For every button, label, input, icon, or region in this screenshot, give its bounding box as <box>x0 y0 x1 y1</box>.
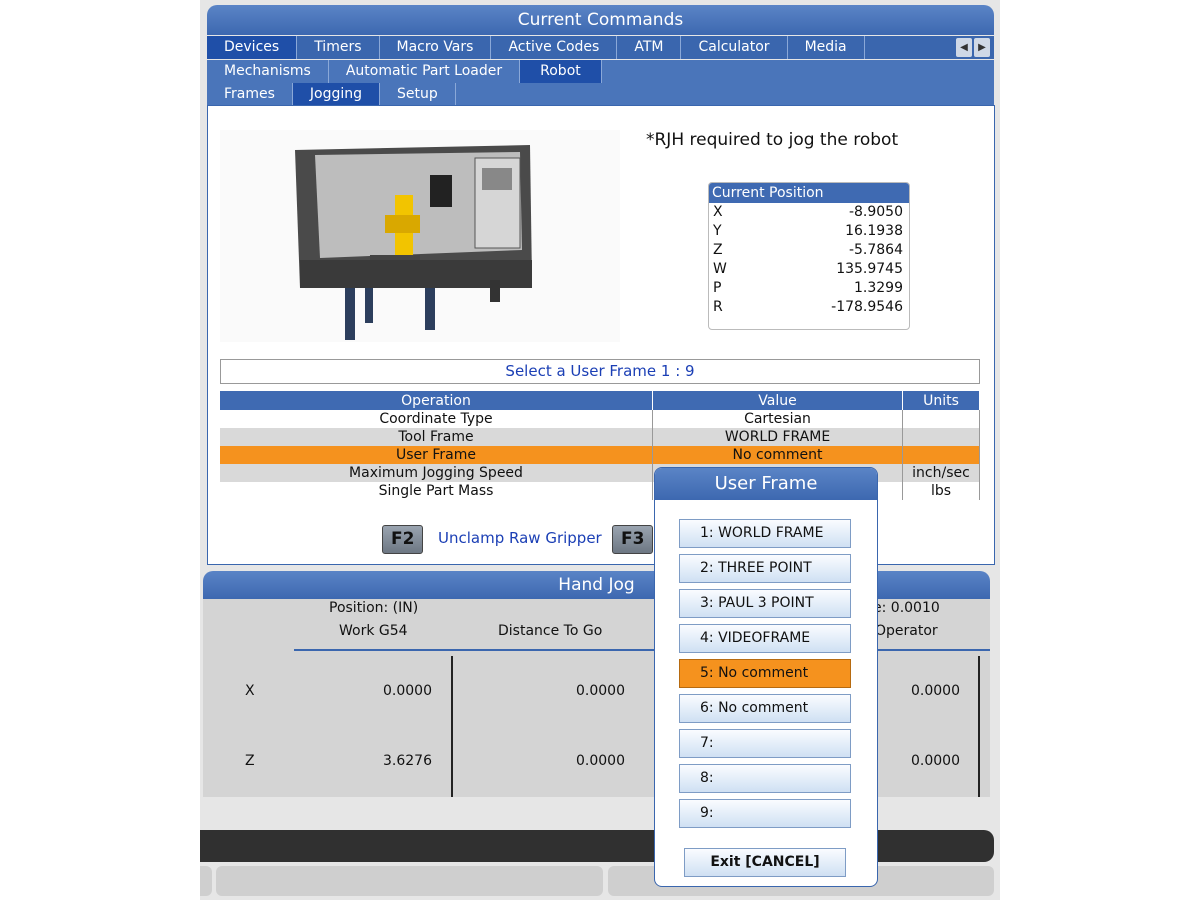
col-units: Units <box>902 391 980 410</box>
x-operator-value: 0.0000 <box>911 683 960 699</box>
frame-option-2[interactable]: 2: THREE POINT <box>679 554 851 583</box>
axis-value: 1.3299 <box>854 280 903 296</box>
position-row: Y 16.1938 <box>709 222 909 241</box>
status-slot <box>200 866 212 896</box>
axis-z-label: Z <box>245 753 255 769</box>
units-cell <box>902 410 980 428</box>
current-commands-title: Current Commands <box>207 5 994 35</box>
tab-macro-vars[interactable]: Macro Vars <box>379 36 492 59</box>
axis-value: -5.7864 <box>848 242 903 258</box>
cnc-screen: Current Commands Devices Timers Macro Va… <box>200 0 1000 900</box>
arrow-left-icon[interactable]: ◀ <box>956 38 972 57</box>
f3-key[interactable]: F3 <box>612 525 654 554</box>
axis-x-label: X <box>245 683 255 699</box>
axis-value: 135.9745 <box>836 261 903 277</box>
tab-frames[interactable]: Frames <box>207 83 293 106</box>
operation-cell: Single Part Mass <box>220 482 653 500</box>
axis-value: -178.9546 <box>831 299 903 315</box>
tab-media[interactable]: Media <box>787 36 865 59</box>
z-operator-value: 0.0000 <box>911 753 960 769</box>
position-label: Position: (IN) <box>329 600 419 616</box>
units-cell <box>902 428 980 446</box>
position-row: R -178.9546 <box>709 298 909 317</box>
frame-option-4[interactable]: 4: VIDEOFRAME <box>679 624 851 653</box>
table-row[interactable]: Tool Frame WORLD FRAME <box>220 428 980 446</box>
operation-cell: User Frame <box>220 446 653 464</box>
col-distance-to-go: Distance To Go <box>498 623 603 639</box>
frame-option-1[interactable]: 1: WORLD FRAME <box>679 519 851 548</box>
table-row[interactable]: Coordinate Type Cartesian <box>220 410 980 428</box>
units-cell <box>902 446 980 464</box>
frame-option-5-selected[interactable]: 5: No comment <box>679 659 851 688</box>
column-divider <box>978 656 980 797</box>
units-cell: inch/sec <box>902 464 980 482</box>
position-row: X -8.9050 <box>709 203 909 222</box>
col-operator: Operator <box>875 623 938 639</box>
increment-label: e: 0.0010 <box>873 600 940 616</box>
axis-label: P <box>713 280 722 296</box>
operation-cell: Tool Frame <box>220 428 653 446</box>
frame-option-6[interactable]: 6: No comment <box>679 694 851 723</box>
tab-active-codes[interactable]: Active Codes <box>491 36 618 59</box>
tab-robot[interactable]: Robot <box>520 60 602 83</box>
tab-setup[interactable]: Setup <box>380 83 456 106</box>
tab-mechanisms[interactable]: Mechanisms <box>207 60 329 83</box>
col-value: Value <box>652 391 903 410</box>
tab-row-1: Devices Timers Macro Vars Active Codes A… <box>207 36 994 59</box>
tab-calculator[interactable]: Calculator <box>681 36 788 59</box>
tab-scroll-arrows: ◀ ▶ <box>952 36 994 59</box>
x-work-value: 0.0000 <box>383 683 432 699</box>
axis-label: R <box>713 299 723 315</box>
z-work-value: 3.6276 <box>383 753 432 769</box>
position-row: P 1.3299 <box>709 279 909 298</box>
tab-devices[interactable]: Devices <box>207 36 298 59</box>
axis-label: W <box>713 261 727 277</box>
operation-cell: Coordinate Type <box>220 410 653 428</box>
f2-label[interactable]: Unclamp Raw Gripper <box>438 529 602 547</box>
rjh-note: *RJH required to jog the robot <box>646 130 899 150</box>
col-operation: Operation <box>220 391 653 410</box>
f2-key[interactable]: F2 <box>382 525 424 554</box>
value-cell: WORLD FRAME <box>652 428 903 446</box>
position-row: Z -5.7864 <box>709 241 909 260</box>
axis-label: X <box>713 204 723 220</box>
value-cell: Cartesian <box>652 410 903 428</box>
axis-value: 16.1938 <box>845 223 903 239</box>
select-frame-prompt: Select a User Frame 1 : 9 <box>220 359 980 384</box>
tab-automatic-part-loader[interactable]: Automatic Part Loader <box>328 60 521 83</box>
arrow-right-icon[interactable]: ▶ <box>974 38 990 57</box>
table-row-selected[interactable]: User Frame No comment <box>220 446 980 464</box>
frame-option-8[interactable]: 8: <box>679 764 851 793</box>
operation-cell: Maximum Jogging Speed <box>220 464 653 482</box>
axis-label: Z <box>713 242 723 258</box>
current-position-box: Current Position X -8.9050 Y 16.1938 Z -5.7… <box>708 182 910 330</box>
frame-option-9[interactable]: 9: <box>679 799 851 828</box>
dialog-title: User Frame <box>655 468 877 500</box>
frame-option-3[interactable]: 3: PAUL 3 POINT <box>679 589 851 618</box>
value-cell: No comment <box>652 446 903 464</box>
units-cell: lbs <box>902 482 980 500</box>
column-divider <box>451 656 453 797</box>
robot-lathe-image <box>220 130 620 342</box>
frame-option-7[interactable]: 7: <box>679 729 851 758</box>
tab-row-3: Frames Jogging Setup <box>207 83 994 106</box>
user-frame-dialog: User Frame 1: WORLD FRAME 2: THREE POINT… <box>654 467 878 887</box>
header-divider <box>294 649 990 651</box>
col-work-g54: Work G54 <box>339 623 408 639</box>
status-slot <box>216 866 603 896</box>
axis-label: Y <box>713 223 722 239</box>
exit-cancel-button[interactable]: Exit [CANCEL] <box>684 848 846 877</box>
tab-timers[interactable]: Timers <box>297 36 380 59</box>
tab-row-2: Mechanisms Automatic Part Loader Robot <box>207 60 994 83</box>
tab-atm[interactable]: ATM <box>617 36 682 59</box>
tab-jogging[interactable]: Jogging <box>292 83 381 106</box>
z-dtg-value: 0.0000 <box>576 753 625 769</box>
current-position-title: Current Position <box>709 183 909 203</box>
axis-value: -8.9050 <box>848 204 903 220</box>
x-dtg-value: 0.0000 <box>576 683 625 699</box>
position-row: W 135.9745 <box>709 260 909 279</box>
